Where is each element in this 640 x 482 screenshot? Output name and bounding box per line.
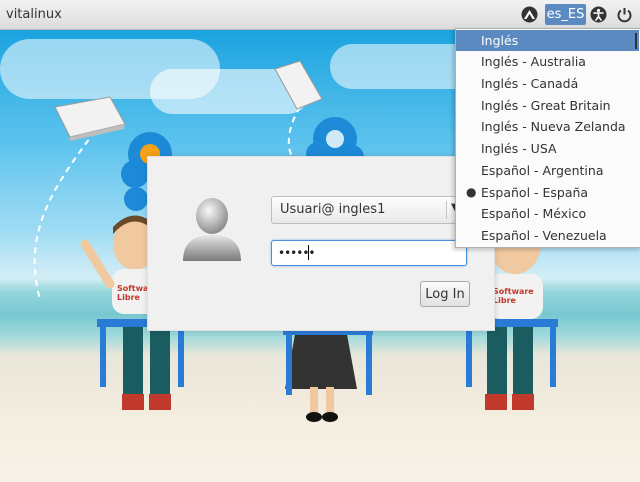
- language-option-label: Español - México: [481, 206, 587, 221]
- user-select-value: Usuari@ ingles1: [280, 202, 386, 217]
- language-option[interactable]: Español - Argentina: [456, 160, 639, 181]
- user-avatar-icon: [181, 193, 243, 263]
- text-caret: [308, 245, 309, 260]
- language-option-label: Español - Argentina: [481, 163, 604, 178]
- student-center: [283, 327, 373, 422]
- combo-separator: [446, 201, 447, 219]
- network-icon[interactable]: [520, 5, 539, 24]
- language-option[interactable]: Inglés - USA: [456, 138, 639, 159]
- language-option[interactable]: Inglés - Great Britain: [456, 95, 639, 116]
- keyboard-layout-button[interactable]: es_ES: [545, 4, 586, 25]
- language-option-label: Inglés - Australia: [481, 54, 586, 69]
- language-option[interactable]: ● Español - España: [456, 182, 639, 203]
- language-option-label: Inglés - USA: [481, 141, 557, 156]
- access-point-center: [274, 60, 323, 110]
- menu-edge-mark: [635, 33, 637, 49]
- language-option-label: Inglés - Nueva Zelanda: [481, 119, 626, 134]
- language-option[interactable]: Inglés: [456, 30, 639, 51]
- language-option[interactable]: Inglés - Australia: [456, 51, 639, 72]
- user-select[interactable]: Usuari@ ingles1 ▼: [271, 196, 463, 224]
- language-option-label: Inglés - Great Britain: [481, 98, 611, 113]
- language-option-label: Español - España: [481, 185, 589, 200]
- shirt-logo-right: Software Libre: [493, 287, 534, 305]
- language-option-label: Español - Venezuela: [481, 228, 607, 243]
- password-field[interactable]: ••••••: [271, 240, 467, 266]
- language-option-label: Inglés: [481, 33, 519, 48]
- active-bullet-icon: ●: [466, 185, 477, 199]
- language-option[interactable]: Inglés - Canadá: [456, 73, 639, 94]
- language-menu: Inglés Inglés - Australia Inglés - Canad…: [455, 28, 640, 248]
- access-point-left: [54, 96, 126, 141]
- top-panel: vitalinux es_ES: [0, 0, 640, 30]
- power-icon[interactable]: [615, 5, 634, 24]
- language-option-label: Inglés - Canadá: [481, 76, 579, 91]
- language-option[interactable]: Español - México: [456, 203, 639, 224]
- language-option[interactable]: Inglés - Nueva Zelanda: [456, 116, 639, 137]
- accessibility-icon[interactable]: [589, 5, 608, 24]
- hostname-label: vitalinux: [6, 7, 62, 22]
- login-dialog: Usuari@ ingles1 ▼ •••••• Log In: [147, 156, 495, 331]
- login-button[interactable]: Log In: [420, 281, 470, 307]
- language-option[interactable]: Español - Venezuela: [456, 225, 639, 246]
